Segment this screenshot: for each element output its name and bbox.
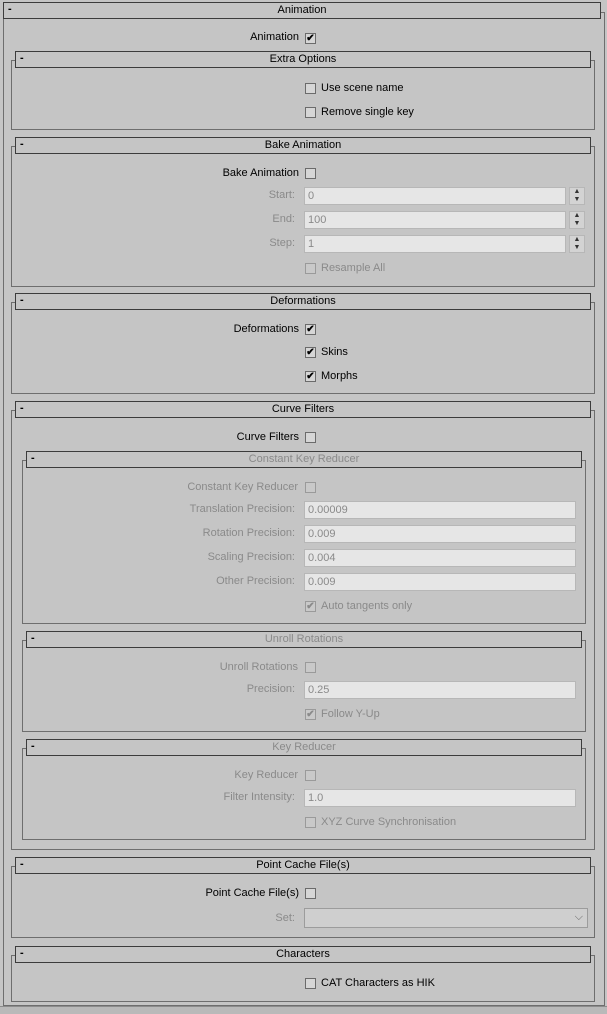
collapse-icon[interactable]: -: [20, 293, 24, 308]
end-label: End:: [272, 213, 295, 225]
constant-key-reducer-label: Constant Key Reducer: [187, 481, 298, 493]
collapse-icon[interactable]: -: [20, 946, 24, 961]
rotation-precision-label: Rotation Precision:: [202, 527, 295, 539]
spin-down-icon[interactable]: ▼: [570, 220, 584, 228]
deformations-group: [11, 302, 595, 394]
cat-characters-hik-label: CAT Characters as HIK: [321, 977, 435, 989]
auto-tangents-checkbox[interactable]: ✔: [305, 601, 316, 612]
step-field[interactable]: 1: [304, 235, 566, 253]
xyz-curve-sync-checkbox[interactable]: [305, 817, 316, 828]
auto-tangents-label: Auto tangents only: [321, 600, 413, 612]
set-dropdown[interactable]: ⌵: [304, 908, 588, 928]
spin-up-icon[interactable]: ▲: [570, 188, 584, 196]
rotation-precision-field[interactable]: 0.009: [304, 525, 576, 543]
bake-animation-header[interactable]: - Bake Animation: [15, 137, 591, 154]
point-cache-title: Point Cache File(s): [256, 859, 350, 871]
collapse-icon[interactable]: -: [31, 739, 35, 754]
animation-checkbox[interactable]: ✔: [305, 33, 316, 44]
curve-filters-title: Curve Filters: [271, 403, 335, 415]
deformations-checkbox[interactable]: ✔: [305, 324, 316, 335]
chevron-down-icon[interactable]: ⌵: [575, 911, 583, 924]
constant-key-reducer-header[interactable]: - Constant Key Reducer: [26, 451, 582, 468]
follow-y-up-label: Follow Y-Up: [321, 708, 380, 720]
precision-label: Precision:: [246, 683, 295, 695]
unroll-rotations-header[interactable]: - Unroll Rotations: [26, 631, 582, 648]
precision-field[interactable]: 0.25: [304, 681, 576, 699]
other-precision-field[interactable]: 0.009: [304, 573, 576, 591]
collapse-icon[interactable]: -: [20, 857, 24, 872]
end-field[interactable]: 100: [304, 211, 566, 229]
spin-up-icon[interactable]: ▲: [570, 212, 584, 220]
step-label: Step:: [269, 237, 295, 249]
step-spinner[interactable]: ▲ ▼: [569, 235, 585, 253]
collapse-icon[interactable]: -: [20, 137, 24, 152]
xyz-curve-sync-label: XYZ Curve Synchronisation: [321, 816, 457, 828]
animation-title: Animation: [277, 4, 327, 16]
cat-characters-hik-checkbox[interactable]: [305, 978, 316, 989]
constant-key-reducer-title: Constant Key Reducer: [248, 453, 360, 465]
filter-intensity-field[interactable]: 1.0: [304, 789, 576, 807]
start-label: Start:: [268, 189, 295, 201]
morphs-label: Morphs: [321, 370, 358, 382]
point-cache-header[interactable]: - Point Cache File(s): [15, 857, 591, 874]
deformations-title: Deformations: [270, 295, 336, 307]
key-reducer-label: Key Reducer: [234, 769, 298, 781]
translation-precision-field[interactable]: 0.00009: [304, 501, 576, 519]
key-reducer-header[interactable]: - Key Reducer: [26, 739, 582, 756]
bake-animation-title: Bake Animation: [264, 139, 342, 151]
spin-down-icon[interactable]: ▼: [570, 244, 584, 252]
follow-y-up-checkbox[interactable]: ✔: [305, 709, 316, 720]
scaling-precision-field[interactable]: 0.004: [304, 549, 576, 567]
other-precision-label: Other Precision:: [216, 575, 295, 587]
point-cache-checkbox[interactable]: [305, 888, 316, 899]
collapse-icon[interactable]: -: [8, 2, 12, 17]
extra-options-title: Extra Options: [269, 53, 337, 65]
collapse-icon[interactable]: -: [20, 401, 24, 416]
start-field[interactable]: 0: [304, 187, 566, 205]
curve-filters-label: Curve Filters: [236, 431, 299, 443]
key-reducer-checkbox[interactable]: [305, 770, 316, 781]
unroll-rotations-checkbox[interactable]: [305, 662, 316, 673]
bake-animation-checkbox[interactable]: [305, 168, 316, 179]
use-scene-name-label: Use scene name: [321, 82, 404, 94]
unroll-rotations-label: Unroll Rotations: [219, 661, 298, 673]
use-scene-name-checkbox[interactable]: [305, 83, 316, 94]
spin-down-icon[interactable]: ▼: [570, 196, 584, 204]
deformations-label: Deformations: [233, 323, 299, 335]
translation-precision-label: Translation Precision:: [189, 503, 295, 515]
resample-all-checkbox[interactable]: [305, 263, 316, 274]
animation-label: Animation: [250, 31, 299, 43]
constant-key-reducer-checkbox[interactable]: [305, 482, 316, 493]
filter-intensity-label: Filter Intensity:: [223, 791, 295, 803]
animation-rollout-header[interactable]: - Animation: [3, 2, 601, 19]
start-spinner[interactable]: ▲ ▼: [569, 187, 585, 205]
set-label: Set:: [275, 912, 295, 924]
resample-all-label: Resample All: [321, 262, 386, 274]
scaling-precision-label: Scaling Precision:: [207, 551, 295, 563]
point-cache-label: Point Cache File(s): [205, 887, 299, 899]
unroll-rotations-title: Unroll Rotations: [264, 633, 344, 645]
remove-single-key-label: Remove single key: [321, 106, 414, 118]
curve-filters-header[interactable]: - Curve Filters: [15, 401, 591, 418]
remove-single-key-checkbox[interactable]: [305, 107, 316, 118]
key-reducer-title: Key Reducer: [272, 741, 336, 753]
skins-label: Skins: [321, 346, 348, 358]
characters-header[interactable]: - Characters: [15, 946, 591, 963]
deformations-header[interactable]: - Deformations: [15, 293, 591, 310]
characters-title: Characters: [276, 948, 330, 960]
spin-up-icon[interactable]: ▲: [570, 236, 584, 244]
bake-animation-label: Bake Animation: [222, 167, 299, 179]
extra-options-group: [11, 60, 595, 130]
morphs-checkbox[interactable]: ✔: [305, 371, 316, 382]
collapse-icon[interactable]: -: [20, 51, 24, 66]
curve-filters-checkbox[interactable]: [305, 432, 316, 443]
extra-options-header[interactable]: - Extra Options: [15, 51, 591, 68]
skins-checkbox[interactable]: ✔: [305, 347, 316, 358]
collapse-icon[interactable]: -: [31, 451, 35, 466]
end-spinner[interactable]: ▲ ▼: [569, 211, 585, 229]
collapse-icon[interactable]: -: [31, 631, 35, 646]
